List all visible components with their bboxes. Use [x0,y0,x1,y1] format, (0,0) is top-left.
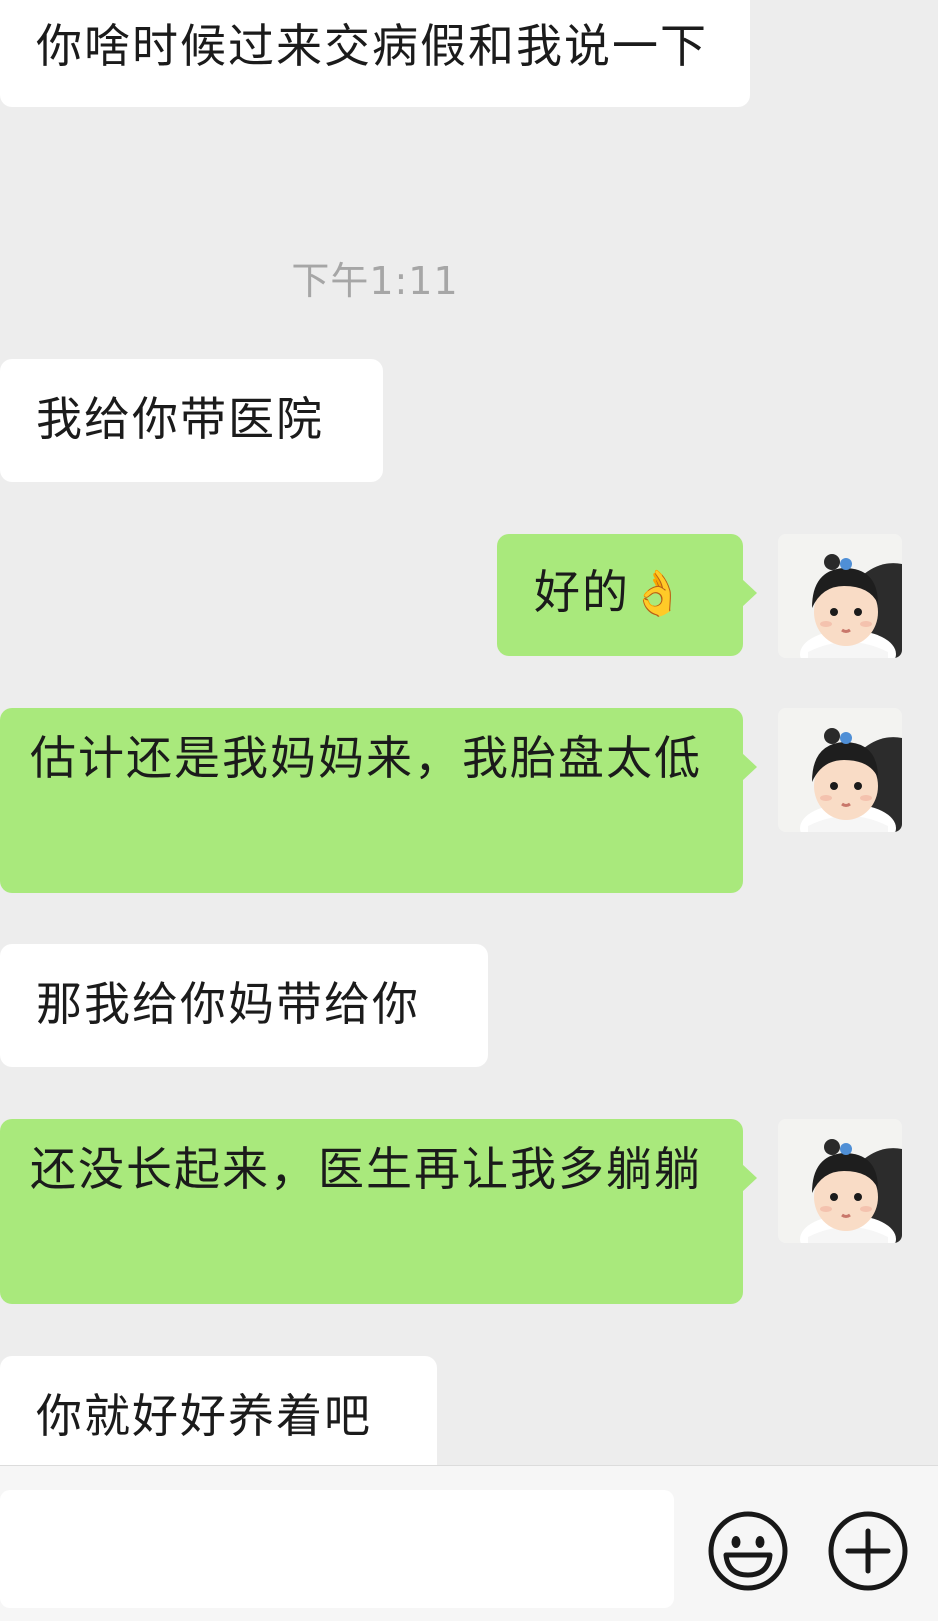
baby-photo-avatar-icon [778,1119,902,1243]
message-text: 估计还是我妈妈来，我胎盘太低 [30,731,702,785]
incoming-message-bubble[interactable]: 我给你带医院 [0,359,383,482]
message-text: 那我给你妈带给你 [36,977,420,1031]
outgoing-message-bubble[interactable]: 估计还是我妈妈来，我胎盘太低 [0,708,757,893]
message-input[interactable] [0,1490,674,1608]
message-composer-bar [0,1465,938,1621]
incoming-message-bubble[interactable]: 你就好好养着吧 [0,1356,437,1465]
message-text: 还没长起来，医生再让我多躺躺 [30,1142,702,1196]
incoming-message-bubble[interactable]: 你啥时候过来交病假和我说一下 [0,0,750,107]
baby-photo-avatar-icon [778,534,902,658]
avatar[interactable] [778,534,902,658]
message-text: 我给你带医院 [36,392,324,446]
baby-photo-avatar-icon [778,708,902,832]
outgoing-message-bubble[interactable]: 还没长起来，医生再让我多躺躺 [0,1119,757,1304]
smiley-face-icon [708,1511,788,1591]
message-text: 你就好好养着吧 [36,1389,372,1443]
message-timestamp: 下午1:11 [291,259,459,303]
more-options-button[interactable] [826,1509,910,1593]
incoming-message-bubble[interactable]: 那我给你妈带给你 [0,944,488,1067]
avatar[interactable] [778,1119,902,1243]
plus-circle-icon [828,1511,908,1591]
message-text: 好的 [534,565,630,619]
chat-message-list[interactable]: 你啥时候过来交病假和我说一下 下午1:11 我给你带医院 好的👌 估计还是我妈妈… [0,0,938,1465]
outgoing-message-bubble[interactable]: 好的👌 [497,534,757,656]
emoji-button[interactable] [706,1509,790,1593]
message-text: 你啥时候过来交病假和我说一下 [36,19,708,73]
avatar[interactable] [778,708,902,832]
ok-hand-emoji-icon: 👌 [630,568,687,619]
